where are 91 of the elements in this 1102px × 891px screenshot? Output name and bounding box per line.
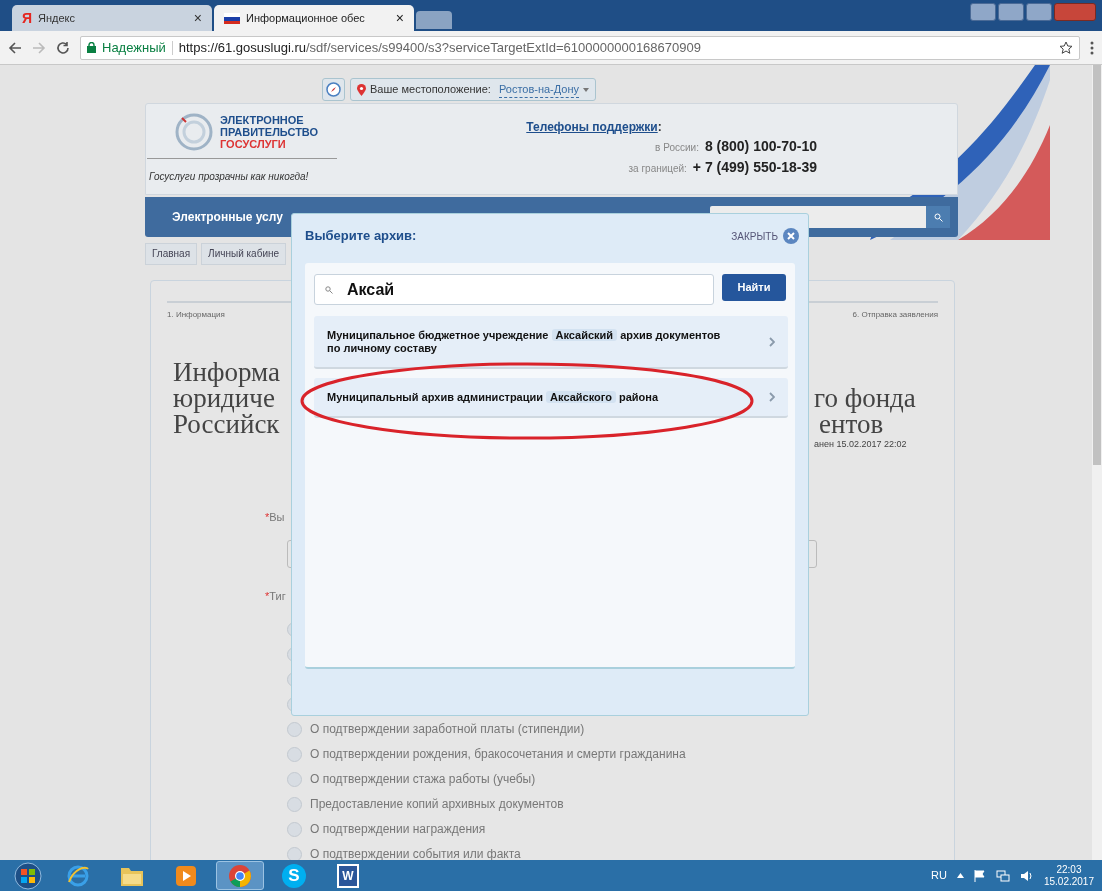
browser-e-icon [66,863,90,888]
page-title-fragment: Информа [173,359,280,385]
modal-title: Выберите архив: [305,227,417,246]
radio-label: О подтверждении события или факта [310,846,521,860]
lock-icon [87,42,96,53]
field-label: Тиг [269,589,286,602]
archive-result-item[interactable]: Муниципальное бюджетное учреждение Аксайский архив документов по личному составу [314,316,788,369]
maximize-button[interactable] [1026,3,1052,21]
radio-label: О подтверждении стажа работы (учебы) [310,771,536,788]
search-icon [325,285,333,294]
tab-close[interactable]: × [395,7,404,29]
forward-icon[interactable] [32,40,46,55]
language-indicator[interactable]: RU [931,867,947,884]
yandex-favicon: Я [22,8,33,28]
location-label: Ваше местоположение: [370,82,491,98]
page-title-fragment: го фонда [814,385,917,411]
compass-button[interactable] [322,78,345,101]
user-button[interactable] [970,3,996,21]
url-text: https://61.gosuslugi.ru/sdf/services/s99400/s3?serviceTargetExtId=6100000000168670909 [178,38,701,57]
reload-icon[interactable] [56,40,70,55]
caret-icon [583,87,590,92]
breadcrumb-link[interactable]: Личный кабине [201,243,287,265]
phone-label: в России: [655,141,699,155]
logo-text: ГОСУСЛУГИ [220,138,287,150]
browser-tab[interactable]: Я Яндекс × [12,5,212,31]
support-link[interactable]: Телефоны поддержки [526,118,658,136]
skype-icon: S [282,863,306,888]
speaker-icon[interactable] [1019,869,1034,882]
emblem-icon [174,112,214,152]
chevron-right-icon [769,336,775,347]
flag-icon [224,12,240,24]
required-mark: * [265,589,270,602]
close-window-button[interactable] [1054,3,1096,21]
radio-label: О подтверждении награждения [310,821,486,838]
location-value[interactable]: Ростов-на-Дону [498,80,580,99]
radio-button[interactable] [287,721,302,737]
network-icon[interactable] [995,869,1010,882]
compass-icon [326,82,341,97]
radio-button[interactable] [287,746,302,762]
saved-time: анен 15.02.2017 22:02 [814,438,908,451]
tab-close[interactable]: × [193,7,202,29]
phone-number: + 7 (499) 550-18-39 [692,158,817,177]
archive-result-item[interactable]: Муниципальный архив администрации Аксайского района [314,378,788,418]
archive-search-field[interactable]: Аксай [314,274,714,305]
map-pin-icon [357,83,366,96]
close-button[interactable]: ЗАКРЫТЬ [731,228,799,244]
radio-label: О подтверждении рождения, бракосочетания и смерти гражданина [310,746,686,763]
scrollbar-thumb[interactable] [1093,65,1101,465]
back-icon[interactable] [8,40,22,55]
phone-label: за границей: [628,162,687,176]
archive-name: Муниципальный архив администрации Аксайского района [327,390,660,404]
browser-tab[interactable]: Информационное обес × [214,5,414,31]
tagline: Госуслуги прозрачны как никогда! [149,171,309,182]
find-button[interactable]: Найти [722,274,786,301]
breadcrumb-link[interactable]: Главная [145,243,198,265]
tray-arrow-icon[interactable] [956,873,964,878]
word-icon: W [337,863,359,888]
step-label: 6. Отправка заявления [852,309,938,321]
star-icon[interactable] [1059,40,1073,55]
phone-number: 8 (800) 100-70-10 [704,137,817,156]
taskbar-app[interactable]: W [324,861,372,890]
radio-button[interactable] [287,771,302,787]
clock-time[interactable]: 22:03 [1056,863,1082,876]
taskbar-app[interactable] [216,861,264,890]
tab-title: Яндекс [38,10,77,26]
support-colon: : [657,119,662,136]
menu-icon[interactable] [1090,40,1094,55]
radio-button[interactable] [287,796,302,812]
chevron-right-icon [769,392,775,402]
clock-date[interactable]: 15.02.2017 [1043,875,1094,888]
radio-label: Предоставление копий архивных документов [310,796,564,813]
radio-button[interactable] [287,846,302,860]
address-field[interactable]: Надежный https://61.gosuslugi.ru/sdf/services/s99400/s3?serviceTargetExtId=6100000000168670909 [80,35,1080,60]
minimize-button[interactable] [998,3,1024,21]
search-icon [933,212,943,222]
flag-icon[interactable] [973,869,986,882]
tab-title: Информационное обес [246,10,366,26]
step-label: 1. Информация [167,309,225,321]
location-selector[interactable]: Ваше местоположение: Ростов-на-Дону [350,78,597,101]
logo-text: ПРАВИТЕЛЬСТВО [220,126,319,138]
close-icon [783,228,799,244]
radio-label: О подтверждении заработной платы (стипендии) [310,721,585,738]
archive-name: Муниципальное бюджетное учреждение Аксайский архив документов по личному составу [327,328,722,355]
logo-text: ЭЛЕКТРОННОЕ [220,114,305,126]
secure-label: Надежный [102,38,166,57]
media-player-icon [175,864,197,887]
field-label: Вы [269,511,285,523]
radio-button[interactable] [287,821,302,837]
chrome-icon [228,863,252,888]
required-mark: * [265,511,270,523]
nav-item[interactable]: Электронные услу [145,208,283,226]
